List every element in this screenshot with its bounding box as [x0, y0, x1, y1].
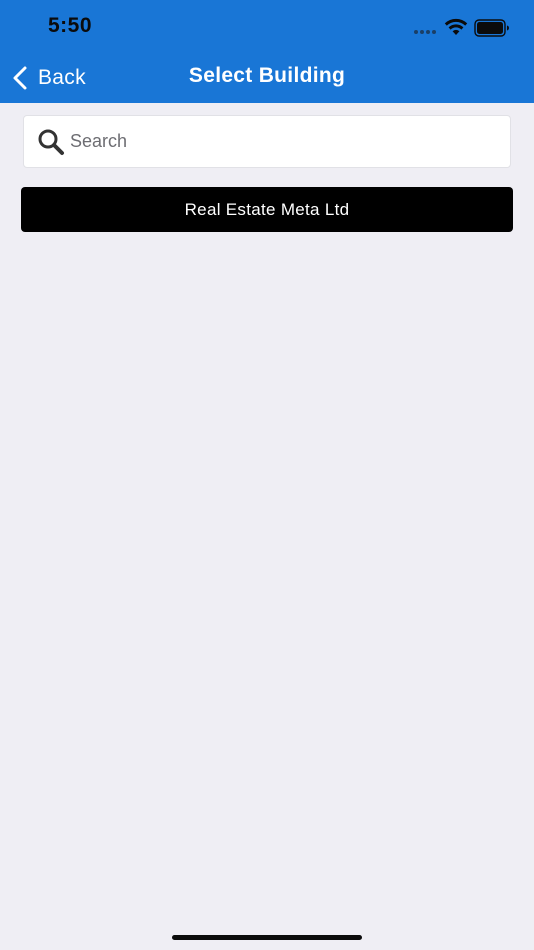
page-title: Select Building	[188, 64, 346, 87]
wifi-icon	[444, 18, 468, 35]
building-item-label: Real Estate Meta Ltd	[184, 199, 350, 219]
building-item-real-estate-meta-ltd[interactable]: Real Estate Meta Ltd	[21, 187, 513, 232]
status-time: 5:50	[48, 14, 93, 37]
search-input[interactable]	[70, 116, 500, 167]
home-indicator[interactable]	[172, 935, 362, 940]
signal-dots-icon	[414, 30, 438, 34]
battery-icon	[474, 19, 509, 37]
search-icon	[38, 129, 64, 155]
navigation-header: 5:50 Back Select Building	[0, 0, 534, 103]
search-bar[interactable]	[23, 115, 511, 168]
